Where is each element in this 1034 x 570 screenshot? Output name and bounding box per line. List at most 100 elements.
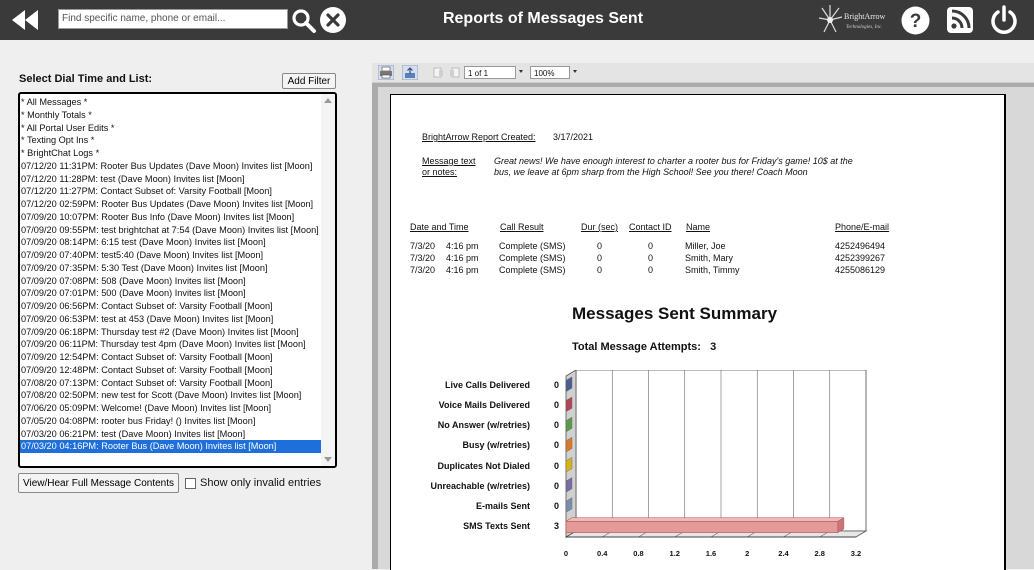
list-item[interactable]: 07/09/20 09:55PM: test brightchat at 7:5… — [20, 224, 321, 237]
zoom-field[interactable]: 100% — [530, 66, 570, 79]
chart-category-label: Unreachable (w/retries) — [430, 480, 530, 491]
list-item[interactable]: 07/09/20 06:53PM: test at 453 (Dave Moon… — [20, 313, 321, 326]
list-item[interactable]: 07/09/20 06:11PM: Thursday test 4pm (Dav… — [20, 338, 321, 351]
chart-category-label: SMS Texts Sent — [463, 520, 530, 531]
list-item[interactable]: 07/12/20 11:28PM: test (Dave Moon) Invit… — [20, 173, 321, 186]
table-cell-contact-id: 0 — [648, 241, 654, 251]
column-call-result: Call Result — [500, 222, 544, 232]
list-item[interactable]: 07/03/20 04:16PM: Rooter Bus (Dave Moon)… — [20, 440, 321, 453]
list-item[interactable]: 07/05/20 04:08PM: rooter bus Friday! () … — [20, 415, 321, 428]
list-item[interactable]: 07/09/20 07:08PM: 508 (Dave Moon) Invite… — [20, 275, 321, 288]
chart-category-label: E-mails Sent — [475, 500, 530, 511]
list-item[interactable]: * All Messages * — [20, 96, 321, 109]
chart-bar — [565, 521, 839, 533]
list-item[interactable]: 07/12/20 11:31PM: Rooter Bus Updates (Da… — [20, 160, 321, 173]
chart-category-label: No Answer (w/retries) — [437, 420, 530, 431]
table-cell-time: 4:16 pm — [446, 265, 479, 275]
export-icon[interactable] — [402, 65, 418, 80]
dial-time-listbox[interactable]: * All Messages * * Monthly Totals * * All … — [18, 92, 337, 468]
top-bar: Find specific name, phone or email... Re… — [0, 0, 1034, 40]
list-item[interactable]: 07/06/20 05:09PM: Welcome! (Dave Moon) I… — [20, 402, 321, 415]
help-icon[interactable]: ? — [900, 5, 931, 36]
table-cell-result: Complete (SMS) — [499, 265, 566, 275]
table-cell-date: 7/3/20 — [410, 241, 436, 251]
list-item[interactable]: 07/12/20 11:27PM: Contact Subset of: Var… — [20, 185, 321, 198]
report-created-label: BrightArrow Report Created: — [422, 132, 536, 142]
column-name: Name — [686, 222, 711, 232]
list-item[interactable]: 07/08/20 02:50PM: new test for Scott (Da… — [20, 389, 321, 402]
svg-text:?: ? — [910, 11, 922, 32]
summary-title: Messages Sent Summary — [572, 304, 778, 323]
total-attempts: Total Message Attempts: 3 — [572, 341, 716, 353]
show-invalid-label: Show only invalid entries — [200, 477, 322, 489]
table-cell-dur: 0 — [597, 241, 603, 251]
scroll-up-icon[interactable] — [324, 98, 332, 103]
chart-bar-top — [565, 517, 845, 522]
chart-category-label: Busy (w/retries) — [462, 440, 530, 451]
column-contact-id: Contact ID — [629, 222, 672, 232]
view-full-message-button[interactable]: View/Hear Full Message Contents — [18, 473, 179, 493]
column-duration: Dur (sec) — [581, 222, 619, 232]
add-filter-button[interactable]: Add Filter — [282, 73, 336, 89]
message-label-notes: or notes: — [422, 167, 458, 177]
table-cell-contact-id: 0 — [648, 253, 654, 263]
list-item[interactable]: 07/09/20 06:18PM: Thursday test #2 (Dave… — [20, 326, 321, 339]
table-cell-dur: 0 — [597, 253, 603, 263]
list-item[interactable]: * Monthly Totals * — [20, 109, 321, 122]
table-cell-phone: 4252496494 — [835, 241, 886, 251]
svg-text:BrightArrow: BrightArrow — [844, 12, 886, 21]
table-cell-date: 7/3/20 — [410, 253, 436, 263]
list-item[interactable]: 07/03/20 06:21PM: test (Dave Moon) Invit… — [20, 428, 321, 441]
report-created-date: 3/17/2021 — [553, 132, 594, 142]
table-cell-contact-id: 0 — [648, 265, 654, 275]
power-icon[interactable] — [988, 4, 1020, 36]
list-item[interactable]: 07/09/20 07:01PM: 500 (Dave Moon) Invite… — [20, 287, 321, 300]
table-cell-phone: 4255086129 — [835, 265, 886, 275]
table-cell-result: Complete (SMS) — [499, 253, 566, 263]
list-item[interactable]: * All Portal User Edits * — [20, 122, 321, 135]
list-item[interactable]: * BrightChat Logs * — [20, 147, 321, 160]
brightarrow-logo: BrightArrow Technologies, Inc. — [818, 5, 886, 33]
messages-summary-chart — [564, 370, 868, 538]
list-item[interactable]: 07/09/20 10:07PM: Rooter Bus Info (Dave … — [20, 211, 321, 224]
message-text-line-2: bus, we leave at 6pm sharp from the High… — [494, 167, 808, 177]
first-page-icon[interactable] — [430, 65, 446, 80]
table-cell-name: Miller, Joe — [685, 241, 726, 251]
table-cell-date: 7/3/20 — [410, 265, 436, 275]
list-item[interactable]: 07/09/20 08:14PM: 6:15 test (Dave Moon) … — [20, 236, 321, 249]
table-cell-time: 4:16 pm — [446, 241, 479, 251]
chart-category-label: Voice Mails Delivered — [438, 400, 530, 411]
chart-category-label: Duplicates Not Dialed — [437, 460, 530, 471]
list-item[interactable]: * Texting Opt Ins * — [20, 134, 321, 147]
total-attempts-label: Total Message Attempts: — [572, 341, 701, 353]
show-invalid-checkbox[interactable] — [185, 478, 196, 489]
message-label: Message text — [422, 156, 476, 166]
dial-list-label: Select Dial Time and List: — [19, 73, 153, 85]
list-item[interactable]: 07/09/20 12:54PM: Contact Subset of: Var… — [20, 351, 321, 364]
table-cell-dur: 0 — [597, 265, 603, 275]
column-phone-email: Phone/E-mail — [835, 222, 890, 232]
list-item[interactable]: 07/09/20 06:56PM: Contact Subset of: Var… — [20, 300, 321, 313]
page-number-field[interactable]: 1 of 1 — [464, 66, 516, 79]
total-attempts-value: 3 — [710, 341, 717, 353]
svg-text:Technologies, Inc.: Technologies, Inc. — [846, 25, 882, 30]
previous-page-icon[interactable] — [448, 65, 464, 80]
listbox-scrollbar[interactable] — [321, 94, 335, 466]
column-date-time: Date and Time — [410, 222, 469, 232]
page-dropdown-icon[interactable] — [519, 70, 523, 73]
table-cell-name: Smith, Timmy — [685, 265, 740, 275]
print-icon[interactable] — [378, 65, 394, 80]
list-item[interactable]: 07/08/20 07:13PM: Contact Subset of: Var… — [20, 377, 321, 390]
list-item[interactable]: 07/09/20 07:40PM: test5:40 (Dave Moon) I… — [20, 249, 321, 262]
table-cell-time: 4:16 pm — [446, 253, 479, 263]
list-item[interactable]: 07/12/20 02:59PM: Rooter Bus Updates (Da… — [20, 198, 321, 211]
chart-side-wall — [565, 370, 577, 538]
table-cell-name: Smith, Mary — [685, 253, 734, 263]
list-item[interactable]: 07/09/20 07:35PM: 5:30 Test (Dave Moon) … — [20, 262, 321, 275]
rss-icon[interactable] — [946, 6, 974, 34]
table-cell-result: Complete (SMS) — [499, 241, 566, 251]
chart-category-label: Live Calls Delivered — [444, 380, 530, 391]
list-item[interactable]: 07/09/20 12:48PM: Contact Subset of: Var… — [20, 364, 321, 377]
dial-list-items: * All Messages * * Monthly Totals * * All … — [20, 96, 321, 453]
zoom-dropdown-icon[interactable] — [573, 70, 577, 73]
